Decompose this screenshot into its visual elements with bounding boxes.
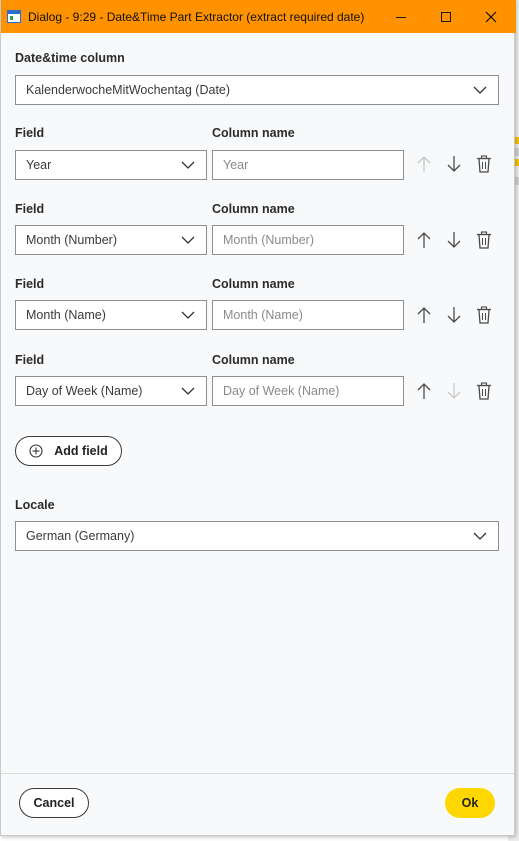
arrow-up-icon [417,156,431,172]
field-label: Field [15,353,45,367]
move-down-button[interactable] [444,381,464,401]
maximize-icon [441,11,451,22]
arrow-up-icon [417,307,431,323]
field-select-value: Day of Week (Name) [26,384,143,398]
app-window-icon [7,10,21,23]
arrow-down-icon [447,383,461,399]
move-down-button[interactable] [444,230,464,250]
title-bar[interactable]: Dialog - 9:29 - Date&Time Part Extractor… [1,0,516,33]
delete-button[interactable] [474,305,494,325]
field-select-value: Month (Number) [26,233,117,247]
close-button[interactable] [468,0,514,33]
datetime-column-label: Date&time column [15,51,125,65]
move-down-button[interactable] [444,154,464,174]
trash-icon [477,382,491,400]
trash-icon [477,155,491,173]
delete-button[interactable] [474,154,494,174]
close-icon [485,11,497,22]
add-field-label: Add field [54,444,108,458]
field-label: Field [15,126,45,140]
ok-button[interactable]: Ok [445,788,495,818]
cancel-button[interactable]: Cancel [19,788,89,818]
footer-divider [1,773,514,774]
locale-label: Locale [15,498,55,512]
chevron-down-icon [181,387,195,395]
arrow-down-icon [447,307,461,323]
minimize-button[interactable] [378,0,424,33]
column-name-input[interactable]: Month (Name) [212,300,404,330]
datetime-column-value: KalenderwocheMitWochentag (Date) [26,83,231,97]
column-name-input[interactable]: Day of Week (Name) [212,376,404,406]
column-name-label: Column name [212,277,295,291]
delete-button[interactable] [474,230,494,250]
field-select[interactable]: Day of Week (Name) [15,376,207,406]
move-up-button[interactable] [414,154,434,174]
add-circle-icon [29,444,43,458]
column-name-label: Column name [212,353,295,367]
window-title: Dialog - 9:29 - Date&Time Part Extractor… [28,10,365,24]
field-select[interactable]: Month (Number) [15,225,207,255]
arrow-down-icon [447,156,461,172]
field-select[interactable]: Year [15,150,207,180]
column-name-label: Column name [212,126,295,140]
dialog-window: Dialog - 9:29 - Date&Time Part Extractor… [0,0,516,836]
chevron-down-icon [181,311,195,319]
field-select-value: Year [26,158,52,172]
add-field-button[interactable]: Add field [15,436,122,466]
locale-select[interactable]: German (Germany) [15,521,499,551]
minimize-icon [396,16,406,18]
move-up-button[interactable] [414,305,434,325]
column-name-input[interactable]: Year [212,150,404,180]
column-name-input[interactable]: Month (Number) [212,225,404,255]
field-label: Field [15,202,45,216]
arrow-up-icon [417,232,431,248]
field-label: Field [15,277,45,291]
trash-icon [477,231,491,249]
arrow-up-icon [417,383,431,399]
field-select-value: Month (Name) [26,308,106,322]
field-select[interactable]: Month (Name) [15,300,207,330]
locale-value: German (Germany) [26,529,135,543]
move-up-button[interactable] [414,230,434,250]
chevron-down-icon [181,161,195,169]
move-up-button[interactable] [414,381,434,401]
datetime-column-select[interactable]: KalenderwocheMitWochentag (Date) [15,75,499,105]
chevron-down-icon [473,532,487,540]
trash-icon [477,306,491,324]
chevron-down-icon [181,236,195,244]
chevron-down-icon [473,86,487,94]
delete-button[interactable] [474,381,494,401]
column-name-label: Column name [212,202,295,216]
arrow-down-icon [447,232,461,248]
move-down-button[interactable] [444,305,464,325]
maximize-button[interactable] [423,0,469,33]
